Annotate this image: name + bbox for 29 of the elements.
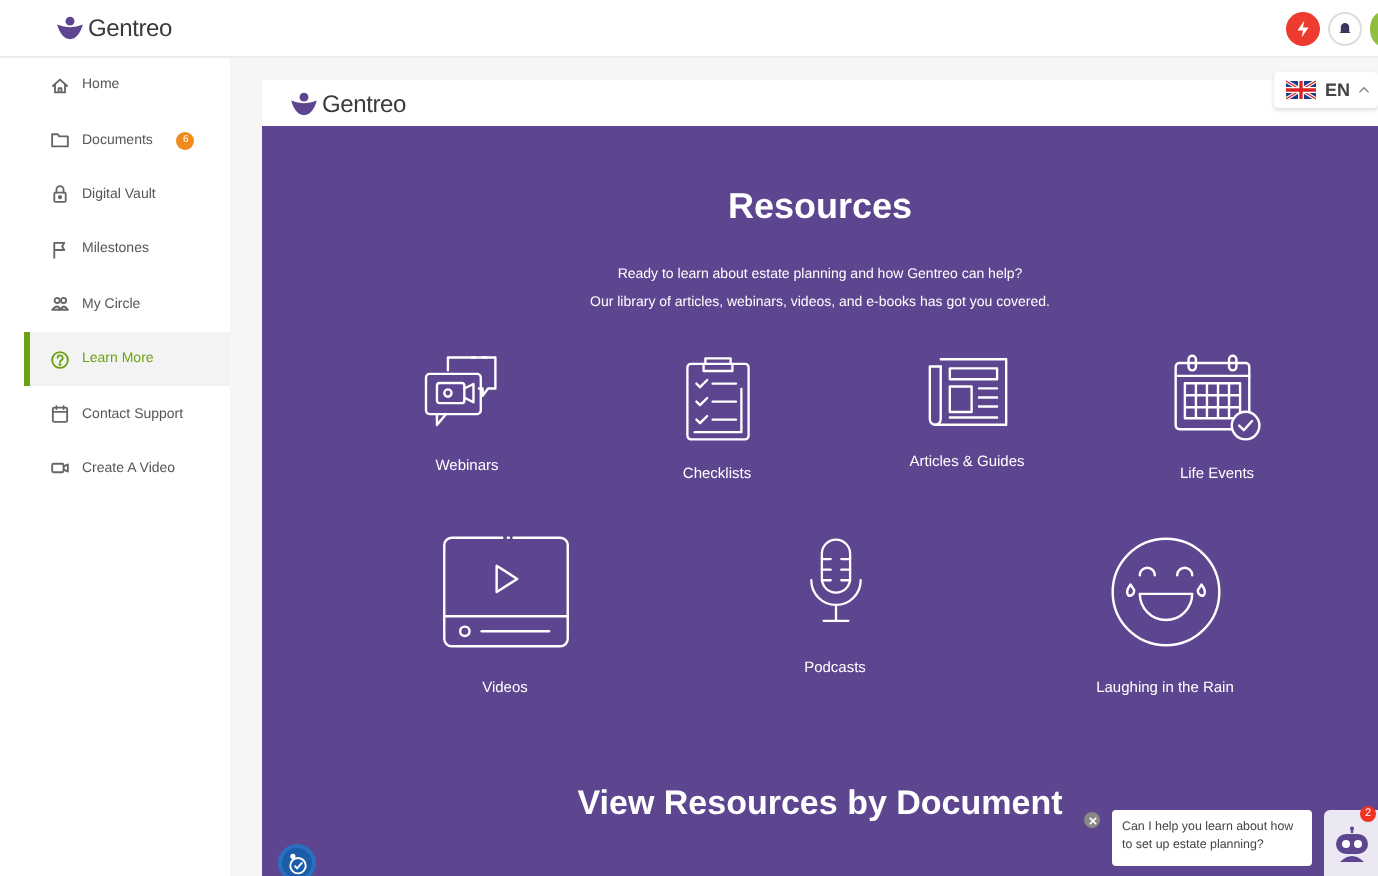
- laughing-face-icon: [1107, 534, 1223, 650]
- bolt-button[interactable]: [1286, 11, 1320, 45]
- question-icon: [50, 349, 70, 370]
- video-player-icon: [439, 534, 571, 650]
- language-selector[interactable]: EN: [1274, 72, 1378, 108]
- accessibility-icon: [285, 851, 309, 875]
- section-title: View Resources by Document: [577, 784, 1063, 824]
- robot-icon: [1331, 825, 1371, 861]
- logo-icon: [290, 91, 318, 115]
- logo-text: Gentreo: [322, 89, 406, 117]
- calendar-icon: [1171, 352, 1263, 444]
- home-icon: [50, 75, 70, 96]
- notifications-button[interactable]: [1328, 11, 1362, 45]
- lock-icon: [50, 184, 70, 205]
- logo-icon: [56, 16, 84, 40]
- chevron-up-icon: [1358, 86, 1370, 94]
- close-icon: [1087, 815, 1097, 825]
- flag-icon: [1286, 80, 1317, 100]
- newspaper-icon: [925, 352, 1009, 432]
- people-icon: [50, 294, 70, 315]
- lightning-icon: [1296, 19, 1310, 37]
- flag-icon: [50, 239, 70, 260]
- logo-text: Gentreo: [88, 14, 172, 42]
- bell-icon: [1338, 20, 1352, 36]
- calendar-icon: [50, 404, 70, 425]
- page-title: Resources: [727, 186, 913, 228]
- folder-icon: [50, 130, 70, 151]
- camera-icon: [50, 458, 70, 479]
- checklist-icon: [681, 352, 753, 444]
